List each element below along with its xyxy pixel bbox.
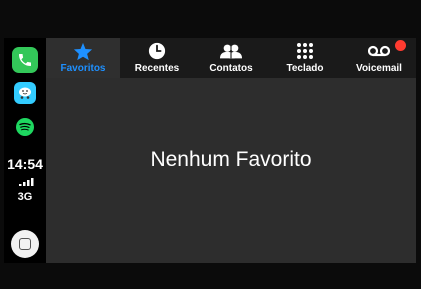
sidebar: 14:54 3G <box>4 38 46 263</box>
home-button[interactable] <box>11 230 39 258</box>
tab-label: Voicemail <box>356 63 402 74</box>
phone-app-main: Favoritos Recentes Contatos Teclado Voic… <box>46 38 416 263</box>
signal-strength-icon <box>19 178 34 186</box>
tab-recentes[interactable]: Recentes <box>120 38 194 78</box>
tab-teclado[interactable]: Teclado <box>268 38 342 78</box>
tab-label: Contatos <box>209 63 253 74</box>
tab-voicemail[interactable]: Voicemail <box>342 38 416 78</box>
empty-favorites-message: Nenhum Favorito <box>150 148 312 171</box>
keypad-icon <box>297 43 313 59</box>
tab-bar: Favoritos Recentes Contatos Teclado Voic… <box>46 38 416 78</box>
home-icon <box>19 238 31 250</box>
tab-label: Favoritos <box>60 63 106 74</box>
contacts-icon <box>220 44 242 59</box>
voicemail-icon <box>368 45 390 57</box>
carplay-screen: 14:54 3G Favoritos Recentes Contatos Tec… <box>4 38 416 263</box>
star-icon <box>73 42 93 60</box>
tab-label: Recentes <box>134 63 180 74</box>
network-type: 3G <box>17 191 33 203</box>
phone-icon <box>19 54 31 66</box>
tab-contatos[interactable]: Contatos <box>194 38 268 78</box>
clock-icon <box>148 42 166 60</box>
phone-app-icon[interactable] <box>12 47 38 73</box>
notification-badge <box>395 40 406 51</box>
spotify-app-icon[interactable] <box>16 118 34 136</box>
waze-app-icon[interactable] <box>14 82 36 104</box>
tab-label: Teclado <box>286 63 324 74</box>
status-time: 14:54 <box>7 156 43 172</box>
tab-favoritos[interactable]: Favoritos <box>46 38 120 78</box>
waze-icon <box>19 87 31 99</box>
spotify-icon <box>19 122 31 131</box>
